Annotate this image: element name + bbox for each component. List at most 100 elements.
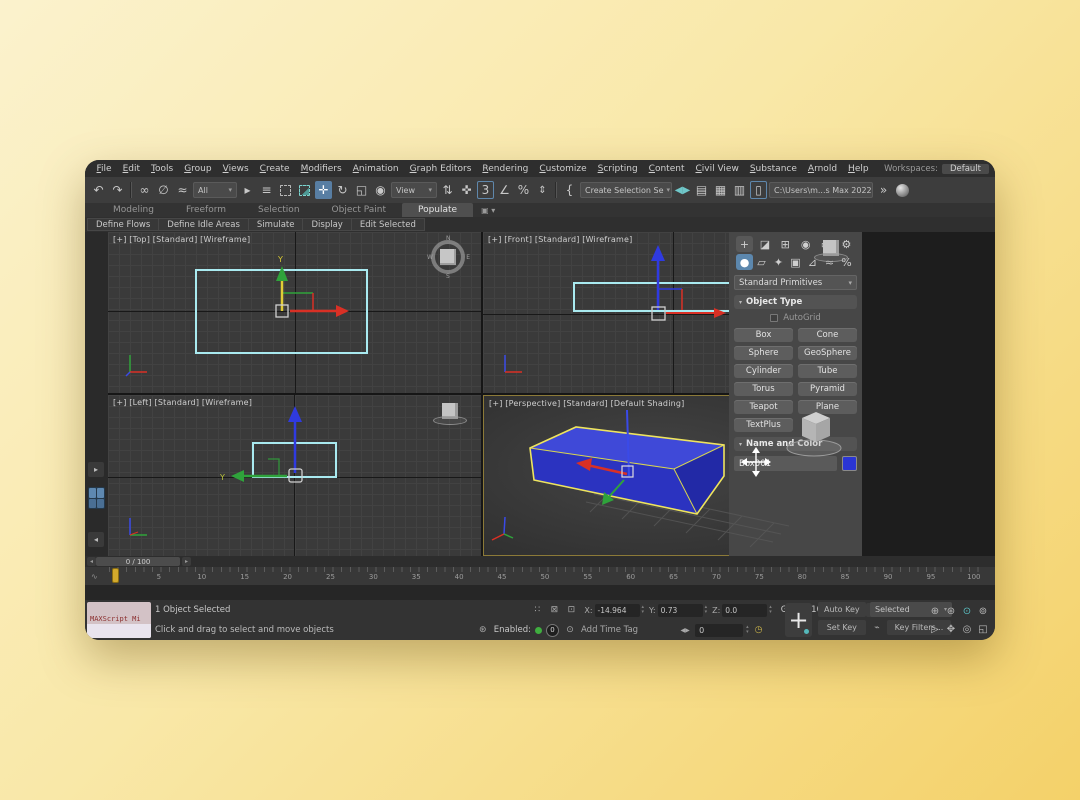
ribbon-button-display[interactable]: Display: [303, 218, 351, 231]
viewport-perspective-label[interactable]: [+] [Perspective] [Standard] [Default Sh…: [489, 399, 685, 408]
menu-graph-editors[interactable]: Graph Editors: [404, 164, 477, 174]
viewcube[interactable]: [433, 403, 467, 425]
select-and-link-icon[interactable]: ∞: [136, 181, 153, 199]
ribbon-toggle-icon[interactable]: ▯: [750, 181, 767, 199]
ribbon-button-define-flows[interactable]: Define Flows: [87, 218, 159, 231]
add-time-tag[interactable]: Add Time Tag: [581, 625, 638, 635]
zoom-extents-icon[interactable]: ⊙: [959, 602, 975, 620]
transform-gizmo-icon[interactable]: ∷: [530, 605, 544, 615]
spinner-snap-icon[interactable]: ⇕: [534, 181, 551, 199]
select-and-place-icon[interactable]: ◉: [372, 181, 389, 199]
move-gizmo-top[interactable]: Y: [108, 232, 481, 393]
edit-named-sets-icon[interactable]: {: [561, 181, 578, 199]
auto-key-button[interactable]: Auto Key: [818, 602, 866, 617]
select-and-scale-icon[interactable]: ◱: [353, 181, 370, 199]
ribbon-button-edit-selected[interactable]: Edit Selected: [352, 218, 425, 231]
rectangular-selection-icon[interactable]: [277, 181, 294, 199]
use-pivot-center-icon[interactable]: ⇅: [439, 181, 456, 199]
select-object-icon[interactable]: ▸: [239, 181, 256, 199]
time-slider[interactable]: 0 / 100: [96, 557, 180, 566]
zoom-extents-all-icon[interactable]: ⊚: [975, 602, 991, 620]
viewport-front[interactable]: [+] [Front] [Standard] [Wireframe]: [483, 232, 862, 393]
x-field[interactable]: -14.964: [595, 604, 640, 617]
move-gizmo-left[interactable]: Y: [108, 395, 481, 556]
orbit-icon[interactable]: ◎: [959, 620, 975, 638]
menu-views[interactable]: Views: [217, 164, 254, 174]
scene-explorer-icon[interactable]: ▦: [712, 181, 729, 199]
menu-create[interactable]: Create: [254, 164, 295, 174]
maxscript-mini-listener[interactable]: MAXScript Mi: [87, 602, 151, 638]
key-mode-toggle-icon[interactable]: ◀▶: [678, 627, 692, 634]
menu-arnold[interactable]: Arnold: [802, 164, 842, 174]
maximize-viewport-icon[interactable]: ◱: [975, 620, 991, 638]
set-keys-plus-button[interactable]: +: [785, 603, 812, 637]
select-and-move-icon[interactable]: ✛: [315, 181, 332, 199]
menu-group[interactable]: Group: [179, 164, 217, 174]
spinner-icon[interactable]: ▴▾: [769, 605, 772, 615]
zoom-icon[interactable]: ⊕: [927, 602, 943, 620]
menu-edit[interactable]: Edit: [117, 164, 145, 174]
reference-coordinate-dropdown[interactable]: View▾: [391, 182, 437, 198]
menu-substance[interactable]: Substance: [744, 164, 802, 174]
angle-snap-icon[interactable]: ∠: [496, 181, 513, 199]
render-production-icon[interactable]: [894, 181, 911, 199]
pan-icon[interactable]: ✥: [943, 620, 959, 638]
z-field[interactable]: 0.0: [722, 604, 767, 617]
redo-icon[interactable]: ↷: [109, 181, 126, 199]
ribbon-options-icon[interactable]: ▣ ▾: [473, 203, 503, 217]
menu-tools[interactable]: Tools: [146, 164, 179, 174]
mini-curve-editor-icon[interactable]: ∿: [91, 572, 98, 581]
time-slider-right-arrow[interactable]: ▸: [182, 557, 191, 566]
menu-animation[interactable]: Animation: [347, 164, 404, 174]
layer-explorer-icon[interactable]: ▥: [731, 181, 748, 199]
ribbon-button-simulate[interactable]: Simulate: [249, 218, 304, 231]
window-crossing-icon[interactable]: [296, 181, 313, 199]
viewport-left-label[interactable]: [+] [Left] [Standard] [Wireframe]: [113, 398, 252, 407]
named-selection-set-dropdown[interactable]: Create Selection Se▾: [580, 182, 672, 198]
selection-lock-icon[interactable]: ⊠: [547, 605, 561, 615]
timeline-ruler[interactable]: ∿ 05101520253035404550556065707580859095…: [85, 567, 995, 585]
select-and-rotate-icon[interactable]: ↻: [334, 181, 351, 199]
menu-scripting[interactable]: Scripting: [592, 164, 643, 174]
workspaces-dropdown[interactable]: Default: [942, 164, 989, 174]
viewcube[interactable]: [814, 240, 848, 262]
align-icon[interactable]: ▤: [693, 181, 710, 199]
layout-collapse-button[interactable]: ◂: [88, 532, 104, 547]
select-by-name-icon[interactable]: ≡: [258, 181, 275, 199]
layout-expand-button[interactable]: ▸: [88, 462, 104, 477]
time-configuration-icon[interactable]: ◷: [752, 625, 766, 635]
snap-toggle-3d-icon[interactable]: 3: [477, 181, 494, 199]
absolute-offset-mode-icon[interactable]: ⊡: [564, 605, 578, 615]
move-gizmo-front[interactable]: [483, 232, 862, 393]
select-and-manipulate-icon[interactable]: ✜: [458, 181, 475, 199]
mirror-icon[interactable]: ◀▶: [674, 181, 691, 199]
viewport-layout-tabs-icon[interactable]: [88, 487, 105, 509]
zoom-region-icon[interactable]: ▷: [927, 620, 943, 638]
menu-rendering[interactable]: Rendering: [477, 164, 534, 174]
project-folder-dropdown[interactable]: C:\Users\m...s Max 2022▾: [769, 182, 873, 198]
menu-content[interactable]: Content: [643, 164, 690, 174]
selection-filter-dropdown[interactable]: All▾: [193, 182, 237, 198]
viewport-front-label[interactable]: [+] [Front] [Standard] [Wireframe]: [488, 235, 632, 244]
viewport-top-label[interactable]: [+] [Top] [Standard] [Wireframe]: [113, 235, 250, 244]
spinner-icon[interactable]: ▴▾: [746, 625, 749, 635]
menu-civil-view[interactable]: Civil View: [690, 164, 744, 174]
bind-to-space-warp-icon[interactable]: ≈: [174, 181, 191, 199]
unlink-selection-icon[interactable]: ∅: [155, 181, 172, 199]
viewport-left[interactable]: [+] [Left] [Standard] [Wireframe] Y: [108, 395, 481, 556]
time-marker[interactable]: [112, 568, 119, 583]
ribbon-button-define-idle-areas[interactable]: Define Idle Areas: [159, 218, 249, 231]
undo-icon[interactable]: ↶: [90, 181, 107, 199]
set-key-button[interactable]: Set Key: [818, 620, 866, 635]
viewport-perspective[interactable]: [+] [Perspective] [Standard] [Default Sh…: [483, 395, 862, 556]
toolbar-overflow-icon[interactable]: »: [875, 181, 892, 199]
ribbon-tab-selection[interactable]: Selection: [242, 203, 315, 217]
ribbon-tab-populate[interactable]: Populate: [402, 203, 473, 217]
ribbon-tab-object-paint[interactable]: Object Paint: [316, 203, 402, 217]
current-frame-field[interactable]: 0: [695, 624, 743, 637]
viewcube[interactable]: N E S W: [429, 238, 469, 278]
menu-modifiers[interactable]: Modifiers: [295, 164, 347, 174]
time-slider-left-arrow[interactable]: ◂: [87, 557, 96, 566]
spinner-icon[interactable]: ▴▾: [705, 605, 708, 615]
key-tangent-icon[interactable]: ⌁: [870, 623, 884, 633]
